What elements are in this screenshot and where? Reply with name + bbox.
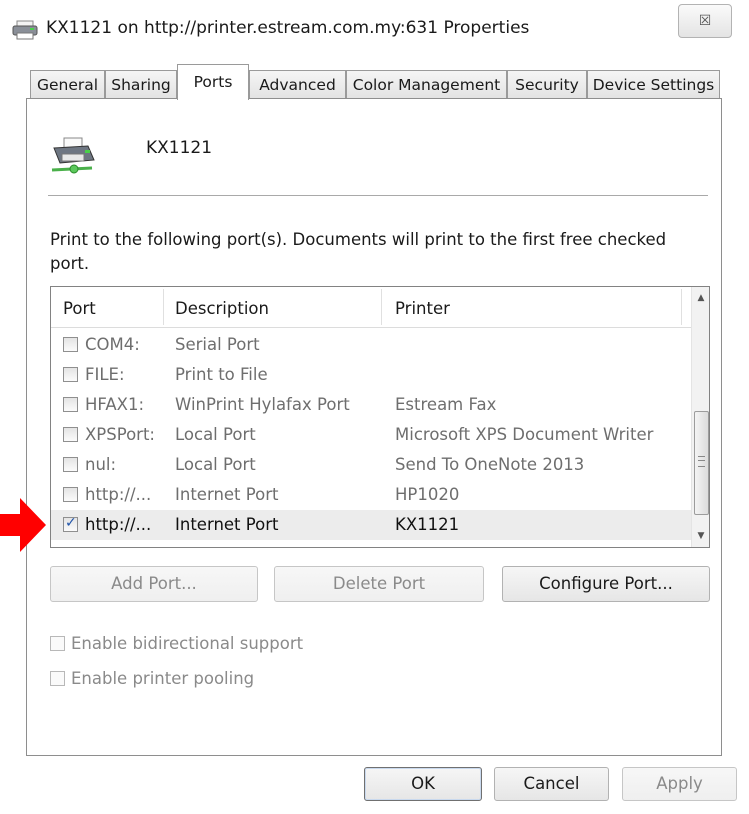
scroll-down-arrow-icon[interactable]: ▼	[692, 527, 709, 545]
port-name: XPSPort:	[85, 425, 155, 444]
tab-sharing[interactable]: Sharing	[105, 70, 177, 98]
port-checkbox-checked[interactable]	[63, 515, 78, 532]
port-printer: KX1121	[395, 515, 460, 534]
port-list[interactable]: Port Description Printer COM4: Serial Po…	[50, 286, 710, 548]
window-title: KX1121 on http://printer.estream.com.my:…	[46, 18, 530, 38]
scrollbar-grip-icon	[698, 456, 705, 467]
port-checkbox[interactable]	[63, 397, 78, 412]
configure-port-button[interactable]: Configure Port...	[502, 566, 710, 602]
red-arrow-icon	[0, 498, 46, 552]
separator	[48, 195, 708, 196]
port-name: nul:	[85, 455, 117, 474]
port-row-selected[interactable]: http://... Internet Port KX1121	[51, 510, 691, 540]
port-printer: Estream Fax	[395, 395, 497, 414]
tab-ports[interactable]: Ports	[177, 64, 249, 100]
port-row[interactable]: XPSPort: Local Port Microsoft XPS Docume…	[51, 420, 691, 450]
port-row[interactable]: http://... Internet Port HP1020	[51, 480, 691, 510]
bidirectional-support-checkbox[interactable]	[50, 636, 65, 651]
bidirectional-support-label: Enable bidirectional support	[71, 634, 304, 653]
port-name: http://...	[85, 515, 152, 534]
port-list-header: Port Description Printer	[51, 287, 691, 328]
network-printer-icon	[51, 137, 95, 174]
port-printer: Microsoft XPS Document Writer	[395, 425, 654, 444]
ok-button[interactable]: OK	[364, 767, 482, 801]
ports-instruction-text: Print to the following port(s). Document…	[50, 230, 667, 273]
port-printer: HP1020	[395, 485, 460, 504]
bidirectional-support-option[interactable]: Enable bidirectional support	[50, 634, 303, 653]
column-header-printer[interactable]: Printer	[395, 299, 450, 318]
apply-button[interactable]: Apply	[622, 767, 737, 801]
port-description: Serial Port	[175, 335, 260, 354]
port-row[interactable]: HFAX1: WinPrint Hylafax Port Estream Fax	[51, 390, 691, 420]
add-port-button[interactable]: Add Port...	[50, 566, 258, 602]
port-description: Internet Port	[175, 485, 279, 504]
tab-color-management[interactable]: Color Management	[346, 70, 507, 98]
port-name: COM4:	[85, 335, 140, 354]
port-description: Local Port	[175, 425, 256, 444]
port-checkbox[interactable]	[63, 337, 78, 352]
tab-general[interactable]: General	[30, 70, 105, 98]
delete-port-button[interactable]: Delete Port	[274, 566, 484, 602]
column-divider[interactable]	[381, 289, 382, 325]
column-header-port[interactable]: Port	[63, 299, 96, 318]
close-icon: ☒	[698, 13, 712, 29]
scrollbar-thumb[interactable]	[694, 411, 709, 515]
tab-advanced[interactable]: Advanced	[249, 70, 346, 98]
column-divider[interactable]	[163, 289, 164, 325]
scroll-up-arrow-icon[interactable]: ▲	[692, 289, 709, 307]
port-checkbox[interactable]	[63, 457, 78, 472]
port-name: FILE:	[85, 365, 125, 384]
port-checkbox[interactable]	[63, 367, 78, 382]
printer-pooling-option[interactable]: Enable printer pooling	[50, 669, 254, 688]
column-divider[interactable]	[681, 289, 682, 325]
port-checkbox[interactable]	[63, 487, 78, 502]
cancel-button[interactable]: Cancel	[494, 767, 609, 801]
port-row[interactable]: COM4: Serial Port	[51, 330, 691, 360]
port-checkbox[interactable]	[63, 427, 78, 442]
printer-icon	[12, 20, 38, 40]
port-description: Internet Port	[175, 515, 279, 534]
column-header-description[interactable]: Description	[175, 299, 269, 318]
printer-pooling-checkbox[interactable]	[50, 671, 65, 686]
port-description: Print to File	[175, 365, 268, 384]
port-row[interactable]: nul: Local Port Send To OneNote 2013	[51, 450, 691, 480]
tab-security[interactable]: Security	[507, 70, 587, 98]
port-name: http://...	[85, 485, 152, 504]
port-name: HFAX1:	[85, 395, 145, 414]
close-button[interactable]: ☒	[678, 4, 732, 38]
printer-pooling-label: Enable printer pooling	[71, 669, 255, 688]
port-printer: Send To OneNote 2013	[395, 455, 585, 474]
port-description: Local Port	[175, 455, 256, 474]
tab-device-settings[interactable]: Device Settings	[587, 70, 720, 98]
port-row[interactable]: FILE: Print to File	[51, 360, 691, 390]
printer-name: KX1121	[146, 138, 213, 158]
port-list-scrollbar[interactable]: ▲ ▼	[691, 287, 709, 547]
port-description: WinPrint Hylafax Port	[175, 395, 350, 414]
